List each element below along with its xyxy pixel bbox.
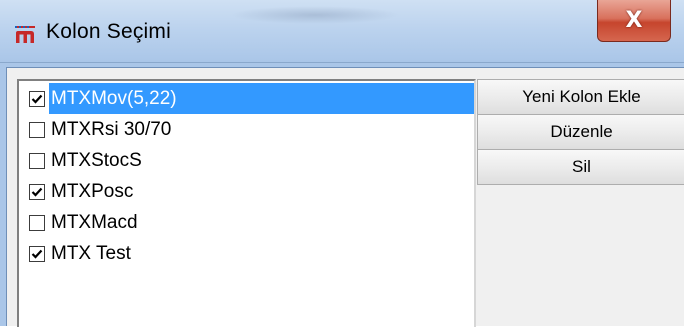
item-label: MTXMacd xyxy=(51,212,138,233)
button-panel: Yeni Kolon Ekle Düzenle Sil xyxy=(477,79,684,327)
edit-button[interactable]: Düzenle xyxy=(477,114,684,150)
item-label: MTXPosc xyxy=(51,181,134,202)
column-list[interactable]: MTXMov(5,22) MTXRsi 30/70 MTXStocS MTXPo… xyxy=(17,79,476,327)
add-column-button[interactable]: Yeni Kolon Ekle xyxy=(477,79,684,115)
item-checkbox[interactable] xyxy=(29,183,45,200)
close-button[interactable]: X xyxy=(597,0,671,42)
item-checkbox[interactable] xyxy=(29,214,45,231)
item-checkbox[interactable] xyxy=(29,245,45,262)
item-checkbox[interactable] xyxy=(29,121,45,138)
list-item[interactable]: MTXRsi 30/70 xyxy=(23,114,474,145)
list-item[interactable]: MTXPosc xyxy=(23,176,474,207)
list-item[interactable]: MTXStocS xyxy=(23,145,474,176)
window-frame: MTXMov(5,22) MTXRsi 30/70 MTXStocS MTXPo… xyxy=(0,63,684,327)
list-item[interactable]: MTXMov(5,22) xyxy=(23,83,474,114)
item-checkbox[interactable] xyxy=(29,90,45,107)
dialog-body: MTXMov(5,22) MTXRsi 30/70 MTXStocS MTXPo… xyxy=(6,67,684,327)
item-label: MTXMov(5,22) xyxy=(49,83,474,114)
list-item[interactable]: MTXMacd xyxy=(23,207,474,238)
checkmark-icon xyxy=(31,187,43,197)
close-icon: X xyxy=(625,8,643,33)
checkmark-icon xyxy=(31,249,43,259)
m-logo-icon xyxy=(15,26,35,43)
item-label: MTXStocS xyxy=(51,150,142,171)
item-label: MTXRsi 30/70 xyxy=(51,119,172,140)
title-bar-blur xyxy=(230,6,400,24)
checkmark-icon xyxy=(31,94,43,104)
delete-button[interactable]: Sil xyxy=(477,149,684,185)
title-bar: Kolon Seçimi X xyxy=(0,0,684,63)
window-title: Kolon Seçimi xyxy=(46,20,171,43)
item-checkbox[interactable] xyxy=(29,152,45,169)
list-item[interactable]: MTX Test xyxy=(23,238,474,269)
item-label: MTX Test xyxy=(51,243,131,264)
